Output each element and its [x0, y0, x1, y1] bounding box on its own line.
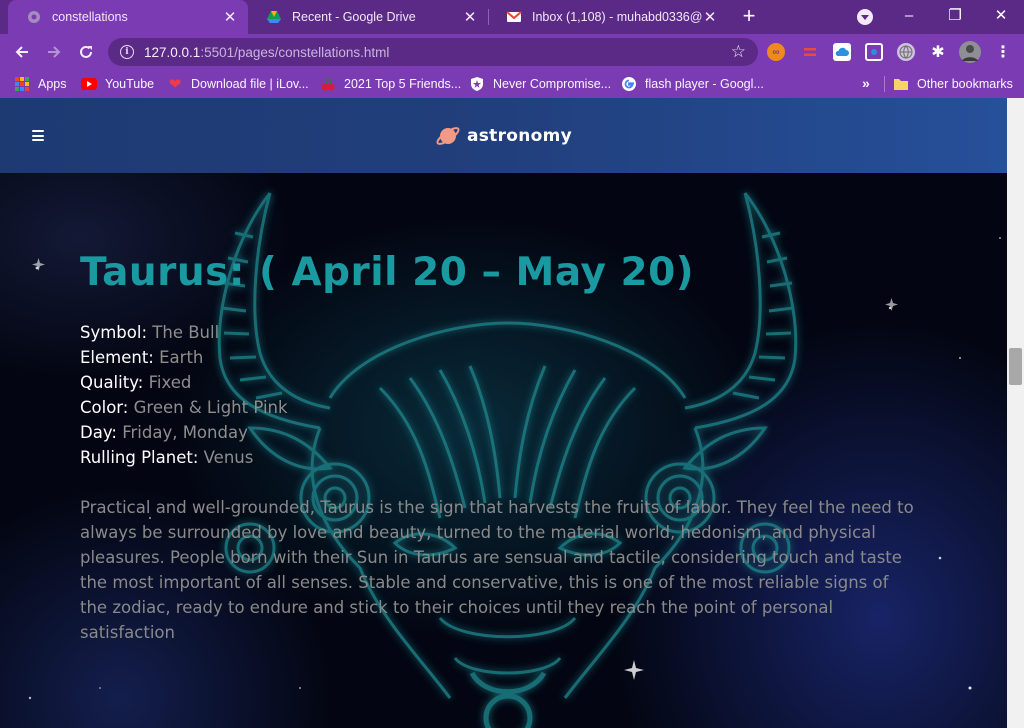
zodiac-description: Practical and well-grounded, Taurus is t… — [80, 498, 914, 642]
gmail-icon — [506, 9, 522, 25]
zodiac-content: Taurus: ( April 20 – May 20) Symbol: The… — [80, 248, 920, 645]
zodiac-heading: Taurus: ( April 20 – May 20) — [80, 250, 695, 295]
site-logo[interactable]: astronomy — [435, 123, 572, 149]
back-button[interactable] — [9, 39, 35, 65]
tab-title: constellations — [52, 10, 128, 24]
fact-day: Day: Friday, Monday — [80, 423, 248, 442]
bookmark-star-icon[interactable]: ☆ — [731, 42, 746, 62]
minimize-button[interactable]: – — [886, 0, 932, 30]
bookmark-label: Apps — [38, 77, 67, 91]
bookmark-never-compromise[interactable]: Never Compromise... — [469, 75, 611, 93]
browser-menu-icon[interactable]: ⋮ — [994, 43, 1012, 61]
google-drive-icon — [266, 9, 282, 25]
apps-grid-icon — [14, 76, 30, 92]
zodiac-facts: Symbol: The Bull Element: Earth Quality:… — [80, 320, 920, 470]
tab-gmail-inbox[interactable]: Inbox (1,108) - muhabd0336@gm ✕ — [488, 0, 728, 34]
globe-favicon — [26, 9, 42, 25]
close-tab-icon[interactable]: ✕ — [462, 9, 478, 26]
back-arrow-icon — [15, 46, 28, 58]
tab-title: Inbox (1,108) - muhabd0336@gm — [532, 10, 702, 24]
forward-button[interactable] — [41, 39, 67, 65]
cherry-icon — [320, 76, 336, 92]
hamburger-menu-icon[interactable] — [32, 130, 44, 141]
tab-title: Recent - Google Drive — [292, 10, 416, 24]
fact-element: Element: Earth — [80, 348, 204, 367]
bookmark-label: YouTube — [105, 77, 155, 91]
bookmarks-divider — [884, 76, 885, 92]
extensions-puzzle-icon[interactable]: ✱ — [929, 43, 947, 61]
bookmark-label: Never Compromise... — [493, 77, 612, 91]
scrollbar-thumb[interactable] — [1009, 348, 1022, 385]
bookmark-other-bookmarks[interactable]: Other bookmarks — [893, 75, 1013, 93]
folder-icon — [893, 76, 909, 92]
profile-avatar[interactable] — [959, 41, 981, 63]
extension-globe-icon[interactable] — [897, 43, 915, 61]
page-viewport: astronomy Taurus: ( April 20 – May 20) S… — [0, 98, 1024, 728]
fact-symbol: Symbol: The Bull — [80, 323, 220, 342]
fact-color: Color: Green & Light Pink — [80, 398, 288, 417]
bookmark-youtube[interactable]: YouTube — [81, 75, 154, 93]
page-scrollbar[interactable] — [1007, 98, 1024, 728]
bookmark-top-5-friends[interactable]: 2021 Top 5 Friends... — [320, 75, 461, 93]
close-tab-icon[interactable]: ✕ — [222, 9, 238, 26]
tab-search-icon[interactable] — [857, 9, 873, 25]
extension-cloud-icon[interactable] — [833, 43, 851, 61]
reload-icon — [80, 45, 92, 58]
close-window-button[interactable]: ✕ — [978, 0, 1024, 30]
site-info-icon[interactable]: i — [120, 45, 134, 59]
logo-text: astronomy — [466, 125, 573, 146]
new-tab-button[interactable]: + — [738, 5, 760, 29]
close-tab-icon[interactable]: ✕ — [702, 9, 718, 26]
restore-button[interactable]: ❐ — [932, 0, 978, 30]
extension-screen-icon[interactable] — [865, 43, 883, 61]
bookmark-label: Download file | iLov... — [191, 77, 309, 91]
bookmark-label: flash player - Googl... — [645, 77, 764, 91]
browser-tab-strip: constellations ✕ Recent - Google Drive ✕… — [0, 0, 1024, 34]
heart-icon: ❤ — [168, 76, 182, 93]
site-header: astronomy — [0, 98, 1007, 173]
reload-button[interactable] — [73, 39, 99, 65]
google-icon — [621, 76, 637, 92]
address-bar[interactable]: i 127.0.0.1:5501/pages/constellations.ht… — [108, 38, 758, 66]
bookmark-label: 2021 Top 5 Friends... — [344, 77, 462, 91]
shield-icon — [469, 76, 485, 92]
youtube-icon — [81, 76, 97, 92]
browser-toolbar: i 127.0.0.1:5501/pages/constellations.ht… — [0, 34, 1024, 70]
planet-logo-icon — [436, 126, 460, 145]
bookmarks-bar: Apps YouTube ❤ Download file | iLov... 2… — [0, 70, 1024, 98]
constellation-page: astronomy Taurus: ( April 20 – May 20) S… — [0, 98, 1007, 728]
tab-constellations[interactable]: constellations ✕ — [8, 0, 248, 34]
bookmark-apps[interactable]: Apps — [14, 75, 67, 93]
bookmark-ilovepdf[interactable]: ❤ Download file | iLov... — [167, 75, 309, 93]
fact-quality: Quality: Fixed — [80, 373, 192, 392]
bookmarks-overflow-button[interactable]: » — [862, 75, 870, 91]
forward-arrow-icon — [48, 46, 61, 58]
extension-menu-icon[interactable] — [801, 43, 819, 61]
bookmark-flash-player[interactable]: flash player - Googl... — [621, 75, 764, 93]
url-text: 127.0.0.1:5501/pages/constellations.html — [144, 44, 390, 60]
extension-infinity-icon[interactable]: ∞ — [767, 43, 785, 61]
tab-google-drive[interactable]: Recent - Google Drive ✕ — [248, 0, 488, 34]
fact-ruling-planet: Rulling Planet: Venus — [80, 448, 254, 467]
bookmark-label: Other bookmarks — [917, 77, 1013, 91]
